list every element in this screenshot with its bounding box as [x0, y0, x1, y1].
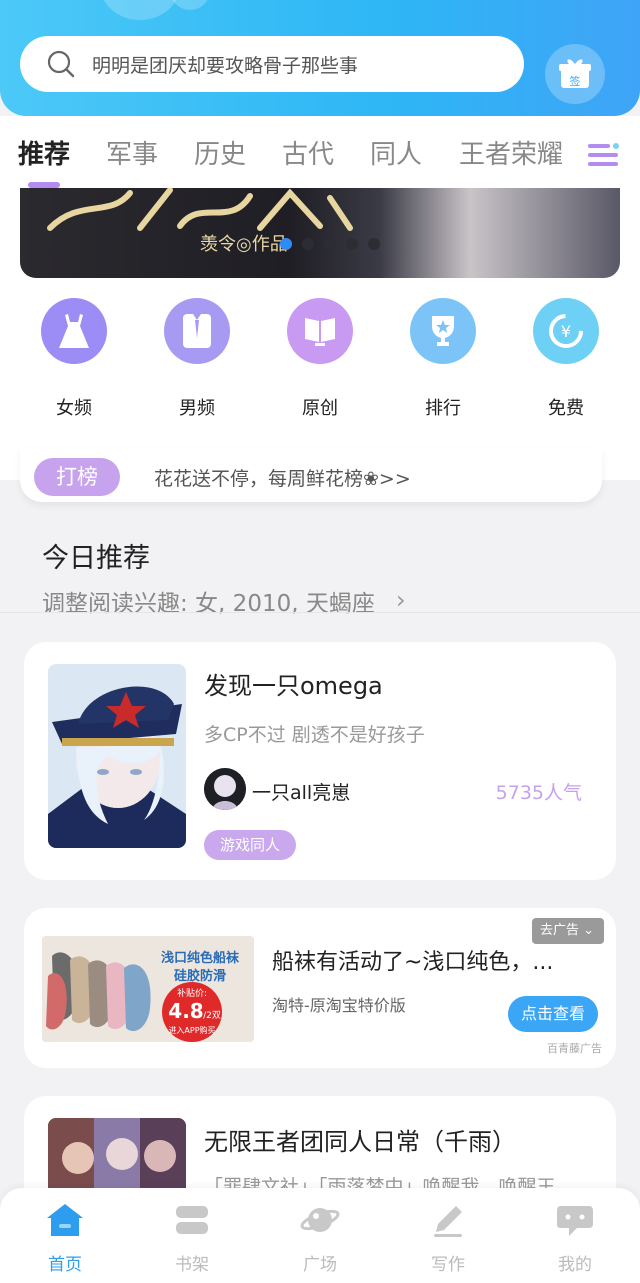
nav-profile[interactable]: 我的: [535, 1202, 615, 1275]
ad-source: 淘特-原淘宝特价版: [272, 996, 406, 1015]
tab-military[interactable]: 军事: [106, 134, 158, 171]
top-header: 明明是团厌却要攻略骨子那些事 签: [0, 0, 640, 116]
ad-view-button[interactable]: 点击查看: [508, 996, 598, 1032]
category-label: 原创: [302, 398, 338, 419]
banner-author: 羡令◎作品: [200, 234, 288, 255]
book-icon: [287, 298, 353, 364]
category-label: 免费: [548, 398, 584, 419]
ad-image-price: 4.8: [168, 999, 203, 1023]
nav-bookshelf[interactable]: 书架: [152, 1202, 232, 1275]
category-original[interactable]: 原创: [280, 298, 360, 420]
book-description: 多CP不过 剧透不是好孩子: [204, 724, 425, 746]
section-title: 今日推荐: [42, 543, 150, 574]
ad-image-headline: 浅口纯色船袜: [161, 950, 240, 966]
shirt-icon: [164, 298, 230, 364]
decor-bubble: [170, 0, 210, 10]
ad-card[interactable]: 浅口纯色船袜 硅胶防滑 补贴价: 4.8 /2双 进入APP购买 船袜有活动了~…: [24, 908, 616, 1068]
ad-brand-label: 百青藤广告: [547, 1042, 602, 1055]
home-icon: [47, 1204, 83, 1236]
book-card[interactable]: 发现一只omega 多CP不过 剧透不是好孩子 一只all亮崽 5735人气 游…: [24, 642, 616, 880]
svg-text:¥: ¥: [561, 322, 571, 341]
search-icon: [47, 50, 75, 78]
pen-icon: [434, 1206, 462, 1237]
nav-label: 广场: [303, 1255, 337, 1275]
avatar[interactable]: [204, 768, 246, 810]
author-name[interactable]: 一只all亮崽: [252, 778, 350, 805]
book-title: 发现一只omega: [204, 672, 383, 700]
dress-icon: [41, 298, 107, 364]
chevron-right-icon[interactable]: ›: [396, 586, 406, 614]
divider: [0, 612, 640, 613]
carousel-dot[interactable]: [324, 238, 336, 250]
nav-home[interactable]: 首页: [25, 1202, 105, 1275]
category-label: 男频: [179, 398, 215, 419]
banner-title-art: [47, 188, 353, 231]
category-ranking[interactable]: 排行: [403, 298, 483, 420]
ad-image-subtitle: 硅胶防滑: [174, 968, 226, 984]
search-placeholder: 明明是团厌却要攻略骨子那些事: [92, 54, 359, 77]
trophy-icon: [410, 298, 476, 364]
banner-carousel[interactable]: 羡令◎作品: [20, 188, 620, 278]
yen-icon: ¥: [533, 298, 599, 364]
ad-title: 船袜有活动了~浅口纯色，...: [272, 950, 554, 975]
ranking-text: 花花送不停，每周鲜花榜❀>>: [154, 468, 411, 490]
genre-tag[interactable]: 游戏同人: [204, 830, 297, 860]
ad-image[interactable]: 浅口纯色船袜 硅胶防滑 补贴价: 4.8 /2双 进入APP购买: [42, 936, 254, 1042]
bookshelf-icon: [176, 1206, 208, 1234]
nav-label: 书架: [175, 1255, 209, 1275]
tab-history[interactable]: 历史: [194, 134, 246, 171]
category-label: 女频: [56, 398, 92, 419]
nav-label: 首页: [48, 1255, 82, 1275]
ad-image-cta: 进入APP购买: [168, 1025, 215, 1035]
tab-honor-of-kings[interactable]: 王者荣耀: [459, 134, 563, 171]
search-bar[interactable]: 明明是团厌却要攻略骨子那些事: [20, 36, 524, 92]
ranking-pill: 打榜: [34, 458, 120, 496]
ad-image-price-label: 补贴价:: [177, 987, 207, 999]
gift-icon: 签: [559, 59, 591, 88]
category-label: 排行: [425, 398, 461, 419]
carousel-dot[interactable]: [302, 238, 314, 250]
chat-icon: [557, 1206, 593, 1236]
ranking-banner[interactable]: 打榜 花花送不停，每周鲜花榜❀>>: [20, 448, 602, 502]
chevron-down-icon: ⌄: [583, 923, 595, 938]
decor-bubble: [100, 0, 180, 20]
checkin-gift-button[interactable]: 签: [545, 44, 605, 104]
popularity-count: 5735人气: [495, 782, 582, 804]
category-male[interactable]: 男频: [157, 298, 237, 420]
book-cover[interactable]: [48, 664, 186, 848]
category-free[interactable]: ¥ 免费: [526, 298, 606, 420]
book-title: 无限王者团同人日常（千雨）: [204, 1128, 516, 1156]
ad-image-unit: /2双: [203, 1010, 221, 1021]
nav-square[interactable]: 广场: [280, 1202, 360, 1275]
nav-write[interactable]: 写作: [408, 1202, 488, 1275]
planet-icon: [300, 1208, 340, 1232]
category-female[interactable]: 女频: [34, 298, 114, 420]
tab-ancient[interactable]: 古代: [282, 134, 334, 171]
nav-label: 写作: [431, 1255, 465, 1275]
tab-fanfic[interactable]: 同人: [370, 134, 422, 171]
bottom-navigation: 首页 书架 广场 写作 我的: [0, 1188, 640, 1283]
carousel-dot-active[interactable]: [280, 238, 292, 250]
carousel-dot[interactable]: [368, 238, 380, 250]
tab-recommend[interactable]: 推荐: [18, 134, 70, 171]
gift-label: 签: [570, 74, 581, 88]
ad-close-button[interactable]: 去广告 ⌄: [532, 918, 604, 944]
ad-close-label: 去广告: [540, 923, 580, 938]
category-tabs: 推荐 军事 历史 古代 同人 王者荣耀: [0, 116, 640, 190]
carousel-dot[interactable]: [346, 238, 358, 250]
nav-label: 我的: [558, 1255, 592, 1275]
menu-icon[interactable]: [586, 140, 622, 170]
